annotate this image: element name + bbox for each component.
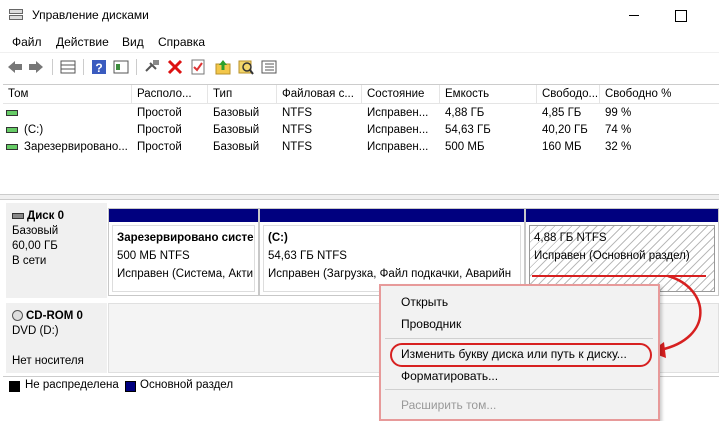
menu-item-extend-volume: Расширить том... xyxy=(401,398,497,412)
primary-partition-bar xyxy=(526,209,718,222)
disk-status: В сети xyxy=(12,255,47,267)
cell-free-percent: 32 % xyxy=(605,141,632,153)
cell-free: 4,85 ГБ xyxy=(542,107,582,119)
cell-layout: Простой xyxy=(137,141,182,153)
cdrom-type: DVD (D:) xyxy=(12,325,59,337)
volume-icon xyxy=(6,127,18,133)
context-menu: Открыть Проводник Изменить букву диска и… xyxy=(379,284,660,421)
menu-file[interactable]: Файл xyxy=(12,35,42,49)
partition-size: 4,88 ГБ NTFS xyxy=(534,232,607,244)
minimize-button[interactable] xyxy=(611,0,657,31)
cell-status: Исправен... xyxy=(367,107,429,119)
menu-item-format[interactable]: Форматировать... xyxy=(401,369,498,383)
volume-list-header: Том Располо... Тип Файловая с... Состоян… xyxy=(3,85,719,104)
volume-icon xyxy=(6,110,18,116)
menu-bar: Файл Действие Вид Справка xyxy=(0,31,719,52)
cell-free: 160 МБ xyxy=(542,141,582,153)
primary-partition-bar xyxy=(260,209,524,222)
legend-unallocated: Не распределена xyxy=(25,379,119,391)
partition-status: Исправен (Основной раздел) xyxy=(534,250,690,262)
folder-up-icon[interactable] xyxy=(214,58,232,76)
disk-0-label[interactable]: Диск 0 Базовый 60,00 ГБ В сети xyxy=(6,203,107,298)
hard-disk-icon xyxy=(12,212,24,219)
menu-action[interactable]: Действие xyxy=(56,35,109,49)
partition-status: Исправен (Система, Акти xyxy=(117,268,254,280)
menu-view[interactable]: Вид xyxy=(122,35,144,49)
cell-capacity: 4,88 ГБ xyxy=(445,107,485,119)
cdrom-0-label[interactable]: CD-ROM 0 DVD (D:) Нет носителя xyxy=(6,303,107,373)
delete-icon[interactable] xyxy=(166,58,184,76)
cell-layout: Простой xyxy=(137,124,182,136)
menu-item-change-drive-letter[interactable]: Изменить букву диска или путь к диску... xyxy=(401,347,627,361)
cell-capacity: 500 МБ xyxy=(445,141,485,153)
partition-size: 54,63 ГБ NTFS xyxy=(268,250,347,262)
primary-partition-bar xyxy=(109,209,258,222)
legend-unallocated-swatch xyxy=(9,381,20,392)
svg-text:?: ? xyxy=(95,61,102,75)
cell-layout: Простой xyxy=(137,107,182,119)
window-title: Управление дисками xyxy=(32,8,149,22)
cell-free: 40,20 ГБ xyxy=(542,124,588,136)
details-icon[interactable] xyxy=(260,58,278,76)
menu-help[interactable]: Справка xyxy=(158,35,205,49)
partition-status: Исправен (Загрузка, Файл подкачки, Авари… xyxy=(268,268,512,280)
column-header-status[interactable]: Состояние xyxy=(362,85,440,104)
disk-name: Диск 0 xyxy=(27,210,65,222)
table-row[interactable]: (C:) Простой Базовый NTFS Исправен... 54… xyxy=(3,123,719,139)
cell-filesystem: NTFS xyxy=(282,124,313,136)
menu-item-open[interactable]: Открыть xyxy=(401,295,448,309)
partition-name: Зарезервировано систе xyxy=(117,232,254,244)
cell-status: Исправен... xyxy=(367,141,429,153)
connect-icon[interactable] xyxy=(143,58,161,76)
column-header-type[interactable]: Тип xyxy=(208,85,277,104)
cell-filesystem: NTFS xyxy=(282,107,313,119)
legend-primary: Основной раздел xyxy=(140,379,234,391)
column-header-filesystem[interactable]: Файловая с... xyxy=(277,85,362,104)
column-header-layout[interactable]: Располо... xyxy=(132,85,208,104)
disk-type: Базовый xyxy=(12,225,59,237)
cdrom-status: Нет носителя xyxy=(12,355,84,367)
column-header-free[interactable]: Свободо... xyxy=(537,85,600,104)
legend-primary-swatch xyxy=(125,381,136,392)
cd-drive-icon xyxy=(12,310,23,322)
toolbar: ? xyxy=(0,52,719,81)
back-arrow-icon[interactable] xyxy=(6,58,24,76)
column-header-capacity[interactable]: Емкость xyxy=(440,85,537,104)
partition-reserved[interactable]: Зарезервировано систе 500 МБ NTFS Исправ… xyxy=(108,208,259,296)
cell-volume: (C:) xyxy=(24,124,44,136)
forward-arrow-icon[interactable] xyxy=(27,58,45,76)
cell-type: Базовый xyxy=(213,141,260,153)
list-view-icon[interactable] xyxy=(59,58,77,76)
partition-name: (C:) xyxy=(268,232,288,244)
column-header-free-percent[interactable]: Свободно % xyxy=(600,85,719,104)
cell-free-percent: 99 % xyxy=(605,107,632,119)
volume-icon xyxy=(6,144,18,150)
cdrom-name: CD-ROM 0 xyxy=(26,310,83,322)
cell-free-percent: 74 % xyxy=(605,124,632,136)
check-icon[interactable] xyxy=(189,58,207,76)
search-icon[interactable] xyxy=(237,58,255,76)
volume-list: Том Располо... Тип Файловая с... Состоян… xyxy=(3,84,719,194)
disk-size: 60,00 ГБ xyxy=(12,240,58,252)
partition-size: 500 МБ NTFS xyxy=(117,250,190,262)
cell-type: Базовый xyxy=(213,107,260,119)
cell-type: Базовый xyxy=(213,124,260,136)
cell-filesystem: NTFS xyxy=(282,141,313,153)
cell-status: Исправен... xyxy=(367,124,429,136)
title-bar: Управление дисками xyxy=(0,0,719,31)
table-row[interactable]: Зарезервировано... Простой Базовый NTFS … xyxy=(3,140,719,156)
properties-icon[interactable] xyxy=(112,58,130,76)
table-row[interactable]: Простой Базовый NTFS Исправен... 4,88 ГБ… xyxy=(3,106,719,122)
menu-item-explorer[interactable]: Проводник xyxy=(401,317,461,331)
partition-c[interactable]: (C:) 54,63 ГБ NTFS Исправен (Загрузка, Ф… xyxy=(259,208,525,296)
column-header-volume[interactable]: Том xyxy=(3,85,132,104)
help-icon[interactable]: ? xyxy=(90,58,108,76)
cell-capacity: 54,63 ГБ xyxy=(445,124,491,136)
cell-volume: Зарезервировано... xyxy=(24,141,128,153)
disk-management-icon xyxy=(8,8,24,22)
maximize-button[interactable] xyxy=(657,0,703,31)
